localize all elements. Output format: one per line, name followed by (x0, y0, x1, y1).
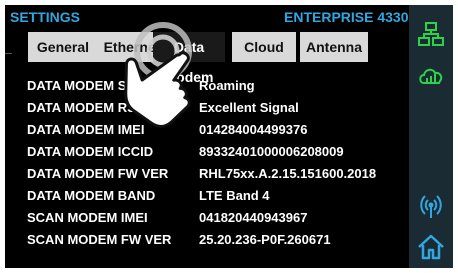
divider (5, 53, 12, 54)
tab-antenna[interactable]: Antenna (300, 32, 368, 62)
row-label: DATA MODEM RSSI (27, 100, 149, 115)
tab-cloud[interactable]: Cloud (232, 32, 296, 62)
device-name: ENTERPRISE 4330 (284, 9, 409, 25)
row-label: DATA MODEM STATUS (27, 78, 168, 93)
tab-general[interactable]: General (28, 32, 98, 62)
sidebar (409, 5, 453, 268)
row-value: Roaming (199, 78, 255, 93)
row-value: 014284004499376 (199, 122, 308, 137)
row-label: SCAN MODEM FW VER (27, 232, 172, 247)
row-value: LTE Band 4 (199, 188, 270, 203)
antenna-icon[interactable] (409, 188, 453, 222)
row-label: DATA MODEM BAND (27, 188, 156, 203)
device-screen: SETTINGS ENTERPRISE 4330 General Etherne… (5, 5, 453, 268)
page-title: SETTINGS (10, 9, 81, 25)
tab-data-modem[interactable]: Data Modem (153, 32, 225, 85)
row-label: SCAN MODEM IMEI (27, 210, 148, 225)
row-value: 89332401000006208009 (199, 144, 344, 159)
network-icon[interactable] (409, 19, 453, 49)
row-value: 25.20.236-P0F.260671 (199, 232, 331, 247)
row-value: RHL75xx.A.2.15.151600.2018 (199, 166, 377, 181)
row-label: DATA MODEM IMEI (27, 122, 145, 137)
row-label: DATA MODEM FW VER (27, 166, 169, 181)
cloud-signal-icon[interactable] (409, 60, 453, 90)
row-value: Excellent Signal (199, 100, 299, 115)
row-value: 041820440943967 (199, 210, 308, 225)
row-label: DATA MODEM ICCID (27, 144, 154, 159)
home-icon[interactable] (409, 231, 453, 263)
